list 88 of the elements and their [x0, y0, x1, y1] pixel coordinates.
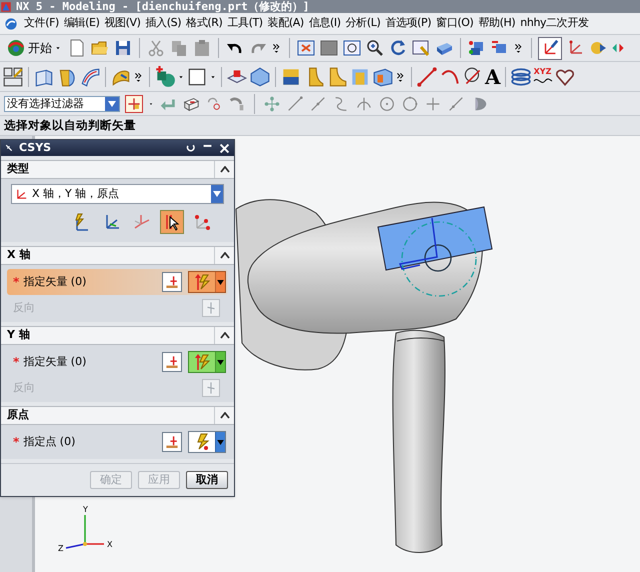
filter-dropdown[interactable]: 没有选择过滤器	[4, 96, 120, 112]
plus-point-icon[interactable]	[424, 94, 442, 112]
point-on-curve-icon[interactable]	[447, 94, 465, 112]
vector-constructor-button[interactable]	[162, 272, 182, 292]
three-points-icon	[192, 212, 212, 232]
menu-item[interactable]: 首选项(P)	[385, 15, 432, 32]
menu-item[interactable]: 工具(T)	[227, 15, 263, 32]
required-mark: *	[13, 274, 20, 291]
coordinate-triad	[66, 515, 104, 549]
intersection-icon[interactable]	[355, 94, 373, 112]
section-header: 类型	[6, 161, 30, 178]
clipboard-icon[interactable]	[192, 38, 212, 58]
pin-icon[interactable]	[4, 142, 15, 154]
snap-point-icon[interactable]	[125, 94, 143, 112]
inferred-point-dropdown[interactable]	[188, 431, 226, 453]
plus-icon	[164, 274, 180, 290]
zoom-window-icon[interactable]	[342, 38, 362, 58]
plus-icon	[164, 434, 180, 450]
globe-icon[interactable]	[6, 38, 26, 58]
type-option[interactable]	[160, 210, 184, 234]
law-curve-tool[interactable]: XYZ	[532, 68, 553, 86]
rotate-icon[interactable]	[388, 38, 408, 58]
menu-item[interactable]: 窗口(O)	[436, 15, 474, 32]
menu-item[interactable]: 插入(S)	[146, 15, 182, 32]
menu-item[interactable]: 视图(V)	[104, 15, 141, 32]
point-constructor-button[interactable]	[162, 432, 182, 452]
menu-item[interactable]: 分析(L)	[346, 15, 380, 32]
menu-item[interactable]: 帮助(H)	[478, 15, 516, 32]
chevron-icon	[220, 412, 230, 419]
shaded-square-icon[interactable]	[319, 38, 339, 58]
boss-icon[interactable]	[249, 66, 271, 88]
menu-item[interactable]: 格式(R)	[186, 15, 222, 32]
required-mark: *	[13, 354, 20, 371]
chevron-icon	[220, 332, 230, 339]
prompt-text: 选择对象以自动判断矢量	[4, 116, 136, 134]
arc-center-icon[interactable]	[378, 94, 396, 112]
menu-item[interactable]: 信息(I)	[308, 15, 341, 32]
selector-label: 指定矢量 (0)	[23, 274, 88, 290]
text-tool-icon[interactable]: A	[485, 66, 501, 88]
csys-tool-icon[interactable]	[538, 36, 562, 60]
dialog-title: CSYS	[19, 140, 52, 156]
start-button[interactable]: 开始	[4, 36, 64, 60]
section-header: 原点	[6, 407, 30, 424]
inferred-vector-dropdown[interactable]	[188, 351, 226, 373]
inferred-vector-dropdown[interactable]	[188, 271, 226, 293]
draft-icon[interactable]	[372, 66, 394, 88]
wave-icon	[532, 76, 553, 86]
selector-label: 指定点 (0)	[23, 434, 76, 450]
zoom-icon[interactable]	[365, 38, 385, 58]
selector-label: 指定矢量 (0)	[23, 354, 88, 370]
curve-point-icon[interactable]	[228, 94, 246, 112]
caret-icon	[217, 360, 224, 364]
end-point-icon[interactable]	[286, 94, 304, 112]
plus-icon	[164, 354, 180, 370]
quadrant-point-icon[interactable]	[401, 94, 419, 112]
window-title: NX 5 - Modeling - [dienchuifeng.prt（修改的）]	[16, 1, 310, 12]
chevron-icon	[220, 166, 230, 173]
axis-label: X	[107, 540, 112, 549]
menu-item[interactable]: 装配(A)	[268, 15, 304, 32]
selector-row[interactable]: * 指定矢量 (0)	[7, 349, 228, 375]
nx-app-icon[interactable]	[3, 16, 19, 32]
close-icon[interactable]	[218, 142, 231, 154]
selector-row[interactable]: * 指定矢量 (0)	[7, 269, 228, 295]
menu-item[interactable]: nhhy二次开发	[520, 15, 589, 32]
caret-icon	[217, 280, 224, 284]
type-dropdown[interactable]: X 轴，Y 轴，原点	[11, 184, 224, 204]
caret-icon	[213, 191, 221, 197]
required-mark: *	[13, 434, 20, 451]
chevron-icon	[220, 252, 230, 259]
helix-icon[interactable]	[510, 66, 532, 88]
fit-view-icon[interactable]	[296, 38, 316, 58]
caret-icon	[217, 440, 224, 444]
menu-item[interactable]: 编辑(E)	[64, 15, 100, 32]
primitive-icon[interactable]	[154, 66, 176, 88]
axis-label: Y	[83, 505, 88, 514]
caret-icon[interactable]	[108, 100, 116, 106]
section-header: Y 轴	[6, 327, 31, 344]
sketch-icon[interactable]	[2, 66, 24, 88]
reverse-label: 反向	[13, 300, 36, 316]
mid-point-icon[interactable]	[309, 94, 327, 112]
line-icon[interactable]	[416, 66, 438, 88]
dialog-button[interactable]: 取消	[186, 471, 228, 489]
vector-constructor-button[interactable]	[162, 352, 182, 372]
menu-item[interactable]: 文件(F)	[24, 15, 59, 32]
pan-window-icon[interactable]	[411, 38, 431, 58]
section-header: X 轴	[6, 247, 32, 264]
reverse-label: 反向	[13, 380, 36, 396]
axis-label: Z	[58, 544, 64, 553]
